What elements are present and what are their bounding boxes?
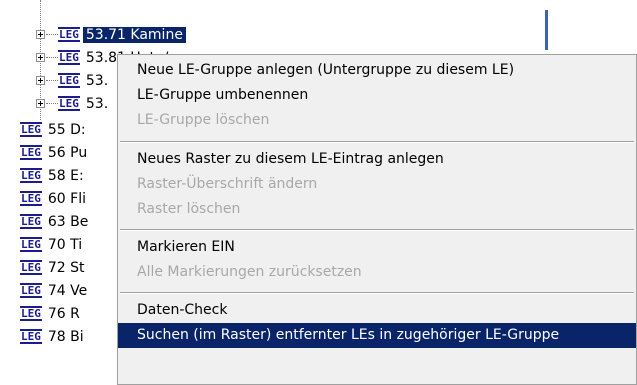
context-menu[interactable]: Neue LE-Gruppe anlegen (Untergruppe zu d… bbox=[117, 54, 637, 385]
tree-connector-line bbox=[46, 80, 58, 81]
expand-plus-icon[interactable] bbox=[36, 99, 45, 108]
tree-node-78[interactable]: LEG 78 Bi bbox=[20, 325, 84, 348]
leg-icon: LEG bbox=[20, 306, 42, 321]
tree-node-label: 72 St bbox=[47, 259, 85, 276]
tree-node-label: 60 Fli bbox=[47, 190, 86, 207]
tree-node-53-b[interactable]: LEG 53. bbox=[58, 92, 108, 115]
tree-node-label: 53. bbox=[85, 95, 109, 112]
leg-icon: LEG bbox=[20, 283, 42, 298]
tree-node-label: 63 Be bbox=[47, 213, 89, 230]
tree-node-63[interactable]: LEG 63 Be bbox=[20, 210, 88, 233]
leg-icon: LEG bbox=[58, 96, 80, 111]
expand-plus-icon[interactable] bbox=[36, 76, 45, 85]
menu-item-data-check[interactable]: Daten-Check bbox=[118, 298, 636, 323]
menu-separator bbox=[120, 141, 634, 143]
tree-node-label: 76 R bbox=[47, 305, 80, 322]
expand-plus-icon[interactable] bbox=[36, 30, 45, 39]
menu-item-delete-grid[interactable]: Raster löschen bbox=[118, 197, 636, 222]
tree-node-label: 74 Ve bbox=[47, 282, 88, 299]
menu-item-search-removed-les[interactable]: Suchen (im Raster) entfernter LEs in zug… bbox=[118, 323, 636, 348]
leg-icon: LEG bbox=[20, 329, 42, 344]
tree-node-label: 58 E: bbox=[47, 167, 84, 184]
menu-item-new-grid[interactable]: Neues Raster zu diesem LE-Eintrag anlege… bbox=[118, 147, 636, 172]
tree-node-label: 78 Bi bbox=[47, 328, 84, 345]
tree-node-label: 70 Ti bbox=[47, 236, 83, 253]
tree-node-58[interactable]: LEG 58 E: bbox=[20, 164, 84, 187]
menu-item-rename-le-group[interactable]: LE-Gruppe umbenennen bbox=[118, 83, 636, 108]
leg-icon: LEG bbox=[58, 50, 80, 65]
menu-item-new-le-group[interactable]: Neue LE-Gruppe anlegen (Untergruppe zu d… bbox=[118, 58, 636, 83]
tree-node-60[interactable]: LEG 60 Fli bbox=[20, 187, 86, 210]
tree-node-label: 53.71 Kamine bbox=[82, 26, 186, 43]
tree-node-55[interactable]: LEG 55 D: bbox=[20, 118, 86, 141]
tree-connector-line bbox=[46, 34, 58, 35]
tree-node-76[interactable]: LEG 76 R bbox=[20, 302, 80, 325]
tree-node-53-71[interactable]: LEG 53.71 Kamine bbox=[58, 23, 186, 46]
leg-icon: LEG bbox=[20, 214, 42, 229]
leg-icon: LEG bbox=[58, 73, 80, 88]
leg-icon: LEG bbox=[20, 145, 42, 160]
tree-node-70[interactable]: LEG 70 Ti bbox=[20, 233, 82, 256]
menu-item-delete-le-group[interactable]: LE-Gruppe löschen bbox=[118, 108, 636, 133]
tree-node-56[interactable]: LEG 56 Pu bbox=[20, 141, 87, 164]
expand-plus-icon[interactable] bbox=[36, 53, 45, 62]
menu-separator bbox=[120, 229, 634, 231]
menu-item-mark-on[interactable]: Markieren EIN bbox=[118, 235, 636, 260]
menu-separator bbox=[120, 292, 634, 294]
leg-icon: LEG bbox=[20, 122, 42, 137]
leg-icon: LEG bbox=[20, 168, 42, 183]
menu-item-reset-marks[interactable]: Alle Markierungen zurücksetzen bbox=[118, 260, 636, 285]
tree-node-74[interactable]: LEG 74 Ve bbox=[20, 279, 87, 302]
leg-icon: LEG bbox=[58, 27, 80, 42]
menu-item-edit-grid-heading[interactable]: Raster-Überschrift ändern bbox=[118, 172, 636, 197]
leg-icon: LEG bbox=[20, 237, 42, 252]
tree-node-label: 56 Pu bbox=[47, 144, 88, 161]
tree-node-label: 53. bbox=[85, 72, 109, 89]
tree-node-53-a[interactable]: LEG 53. bbox=[58, 69, 108, 92]
leg-icon: LEG bbox=[20, 260, 42, 275]
tree-connector-line bbox=[46, 103, 58, 104]
tree-node-72[interactable]: LEG 72 St bbox=[20, 256, 85, 279]
tree-node-label: 55 D: bbox=[47, 121, 86, 138]
vertical-accent-bar bbox=[545, 10, 548, 50]
tree-connector-line bbox=[46, 57, 58, 58]
leg-icon: LEG bbox=[20, 191, 42, 206]
